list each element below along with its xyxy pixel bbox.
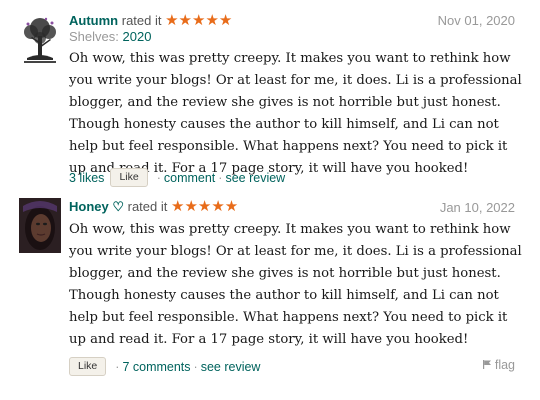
review-actions: 3 likes Like · comment · see review — [69, 168, 285, 187]
flag-label: flag — [494, 358, 515, 372]
username-link[interactable]: Honey ♡ — [69, 199, 124, 214]
review-header: Honey ♡ rated it ★★★★★ — [69, 197, 238, 215]
star-rating: ★★★★★ — [165, 12, 233, 29]
review-body: Oh wow, this was pretty creepy. It makes… — [69, 51, 522, 176]
profile-photo-avatar-icon — [19, 198, 61, 253]
review-date[interactable]: Jan 10, 2022 — [440, 200, 515, 215]
separator: · — [193, 359, 198, 374]
review-body: Oh wow, this was pretty creepy. It makes… — [69, 222, 522, 347]
review-header: Autumn rated it ★★★★★ — [69, 11, 232, 29]
comments-link[interactable]: 7 comments — [122, 360, 190, 374]
avatar[interactable] — [19, 198, 61, 253]
rated-text: rated it — [127, 199, 168, 214]
review-actions: Like · 7 comments · see review — [69, 357, 260, 376]
separator: · — [218, 170, 223, 185]
rated-text: rated it — [121, 13, 162, 28]
see-review-link[interactable]: see review — [201, 360, 261, 374]
flag-link[interactable]: flag — [482, 358, 515, 372]
like-button[interactable]: Like — [69, 357, 107, 376]
comment-link[interactable]: comment — [164, 171, 215, 185]
flag-icon — [482, 358, 492, 372]
like-button[interactable]: Like — [110, 168, 148, 187]
likes-count-link[interactable]: 3 likes — [69, 171, 104, 185]
review-date[interactable]: Nov 01, 2020 — [438, 13, 515, 28]
shelves-label: Shelves: — [69, 29, 119, 44]
shelves-line: Shelves: 2020 — [69, 29, 151, 44]
separator: · — [115, 359, 120, 374]
username-link[interactable]: Autumn — [69, 13, 118, 28]
separator: · — [156, 170, 161, 185]
avatar[interactable] — [19, 14, 61, 69]
star-rating: ★★★★★ — [171, 198, 239, 215]
tree-avatar-icon — [19, 14, 61, 69]
see-review-link[interactable]: see review — [225, 171, 285, 185]
shelf-link[interactable]: 2020 — [123, 29, 152, 44]
